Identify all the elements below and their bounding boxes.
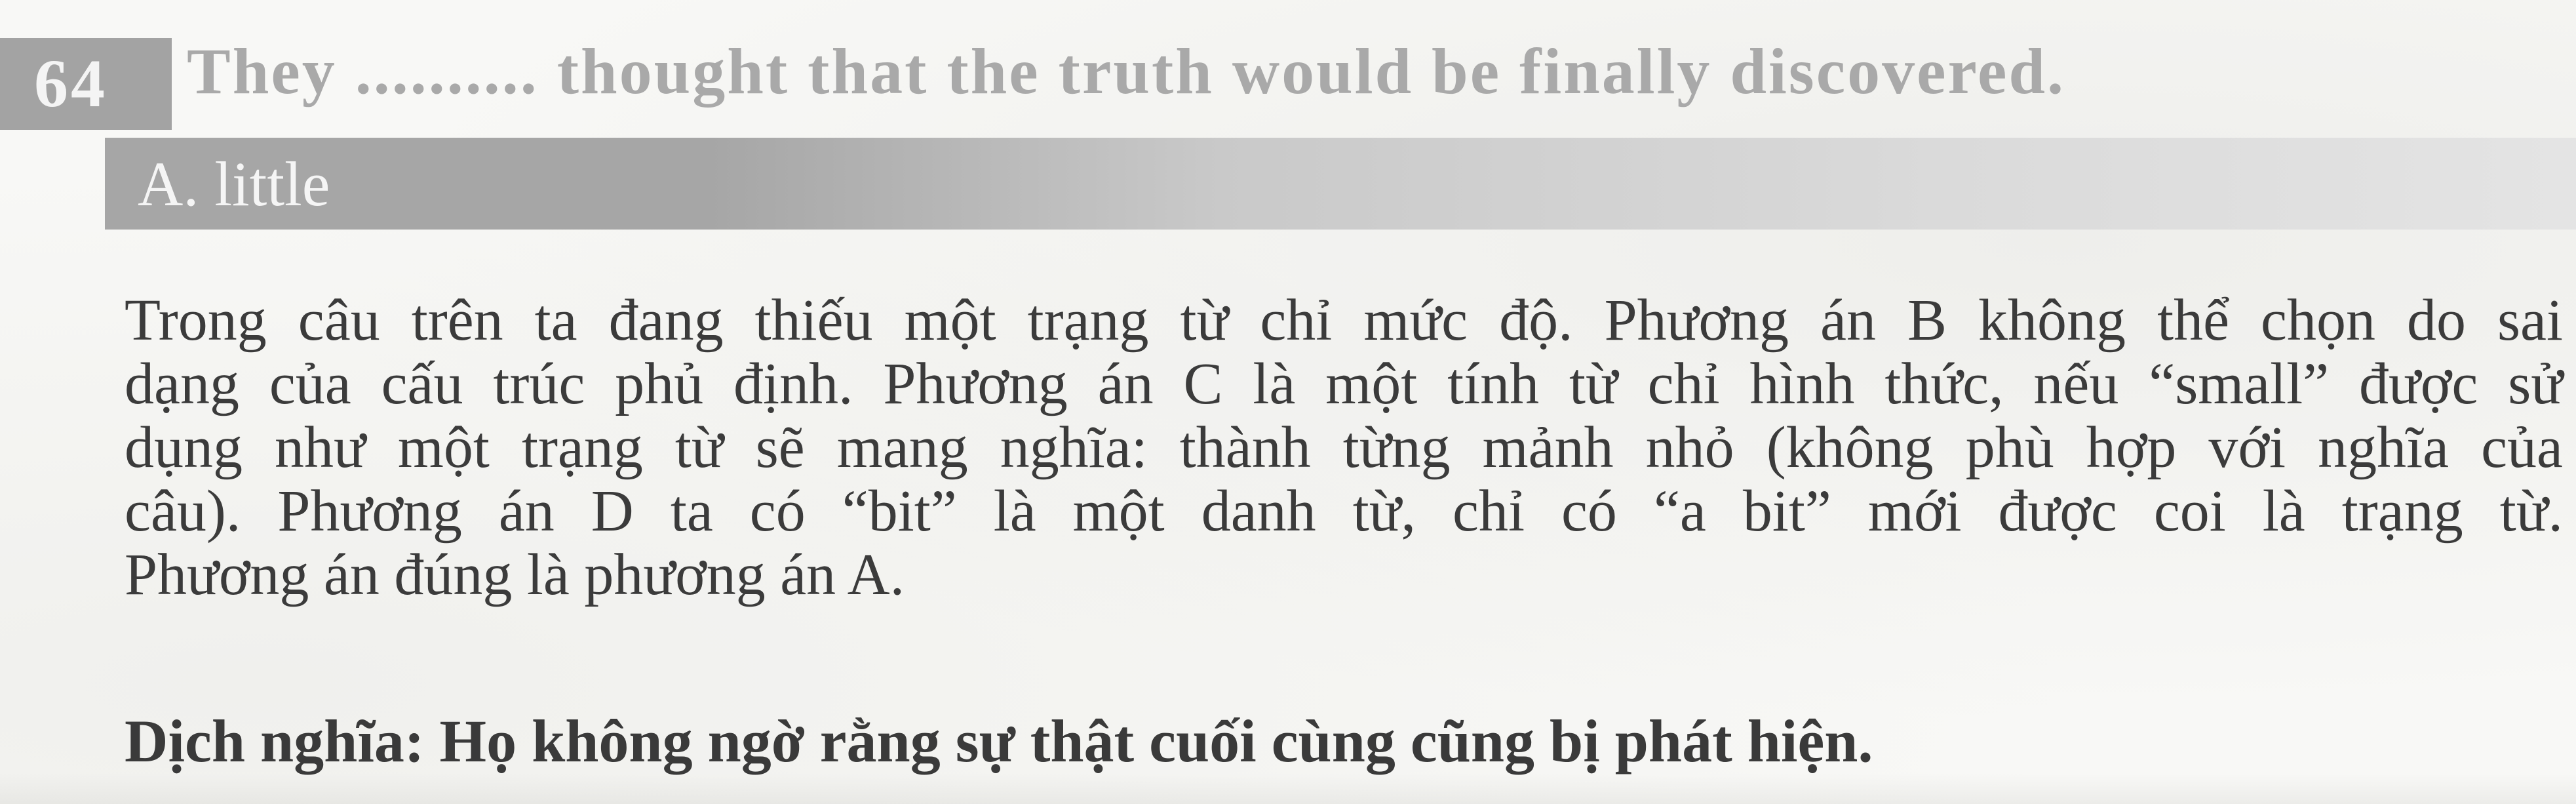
explanation-line: Trong câu trên ta đang thiếu một trạng t… [125,288,2563,353]
explanation-line: dụng như một trạng từ sẽ mang nghĩa: thà… [125,415,2563,480]
explanation-line: dạng của cấu trúc phủ định. Phương án C … [125,352,2563,416]
question-header: 64 They .......... thought that the trut… [0,26,2576,147]
explanation-line: câu). Phương án D ta có “bit” là một dan… [125,479,2563,544]
translation-text: Dịch nghĩa: Họ không ngờ rằng sự thật cu… [125,708,1873,774]
explanation-paragraph: Trong câu trên ta đang thiếu một trạng t… [125,289,2563,607]
question-number: 64 [0,38,172,130]
question-text: They .......... thought that the truth w… [187,35,2066,108]
document-page: 64 They .......... thought that the trut… [0,0,2576,804]
answer-label: A. little [138,149,330,219]
page-shadow [0,774,2576,804]
answer-band [105,138,2576,230]
explanation-line: Phương án đúng là phương án A. [125,542,905,607]
